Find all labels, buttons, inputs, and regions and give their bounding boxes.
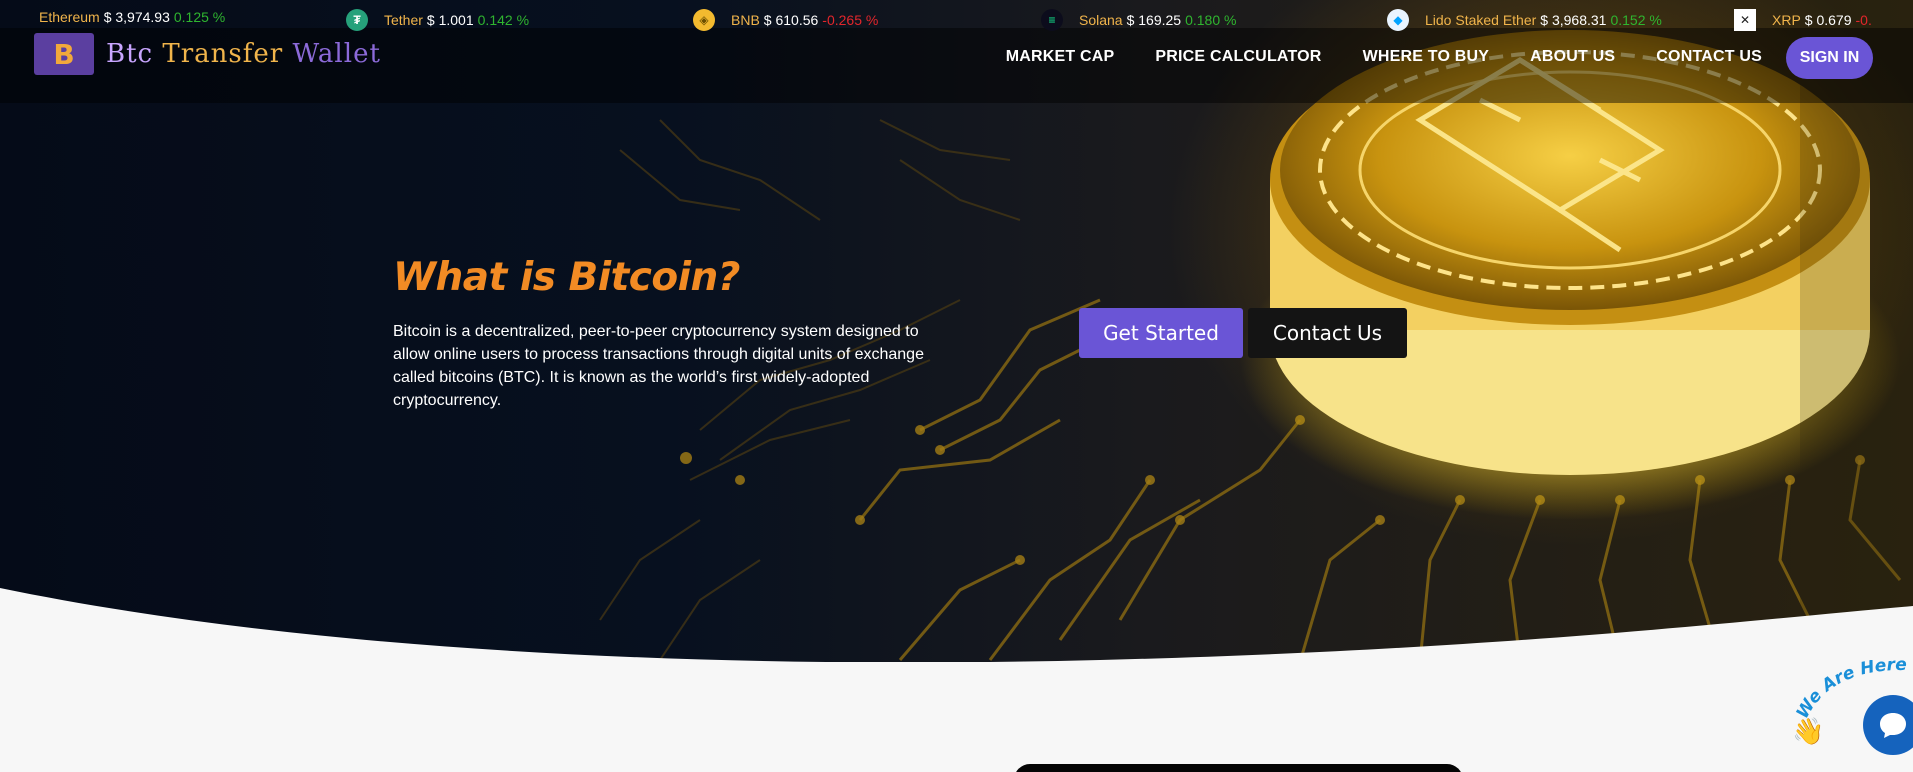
ticker-change: -0. — [1855, 12, 1872, 28]
hero-description: Bitcoin is a decentralized, peer-to-peer… — [393, 323, 924, 409]
brand-logo[interactable]: B Btc Transfer Wallet — [34, 33, 381, 75]
ticker-item-tether[interactable]: ₮ Tether $ 1.001 0.142 % — [346, 9, 529, 31]
solana-icon: ≡ — [1041, 9, 1063, 31]
ticker-price: $ 610.56 — [763, 12, 819, 28]
bnb-icon: ◈ — [693, 9, 715, 31]
main-nav: MARKET CAP PRICE CALCULATOR WHERE TO BUY… — [965, 48, 1762, 66]
ticker-price: $ 169.25 — [1126, 12, 1182, 28]
nav-market-cap[interactable]: MARKET CAP — [1006, 48, 1115, 66]
ticker-price: $ 0.679 — [1804, 12, 1852, 28]
contact-us-button[interactable]: Contact Us — [1248, 308, 1407, 358]
nav-where-to-buy[interactable]: WHERE TO BUY — [1363, 48, 1490, 66]
wallet-logo-icon: B — [34, 33, 94, 75]
ticker-item-xrp[interactable]: ✕ XRP $ 0.679 -0. — [1734, 9, 1872, 31]
ticker-item-ethereum[interactable]: Ethereum $ 3,974.93 0.125 % — [39, 9, 225, 25]
ticker-change: 0.142 % — [477, 12, 530, 28]
lido-icon: ◆ — [1387, 9, 1409, 31]
hero-title: What is Bitcoin? — [393, 255, 740, 300]
ticker-item-bnb[interactable]: ◈ BNB $ 610.56 -0.265 % — [693, 9, 878, 31]
tether-icon: ₮ — [346, 9, 368, 31]
ticker-price: $ 3,974.93 — [103, 9, 170, 25]
ticker-name: Solana — [1079, 12, 1123, 28]
waving-hand-icon: 👋 — [1792, 716, 1824, 747]
ticker-change: 0.152 % — [1610, 12, 1662, 28]
ticker-name: BNB — [731, 12, 760, 28]
get-started-button[interactable]: Get Started — [1079, 308, 1243, 358]
ticker-item-solana[interactable]: ≡ Solana $ 169.25 0.180 % — [1041, 9, 1236, 31]
chat-bubble-icon — [1880, 713, 1906, 738]
xrp-icon: ✕ — [1734, 9, 1756, 31]
brand-part-wallet: Wallet — [292, 39, 381, 69]
ticker-price: $ 3,968.31 — [1540, 12, 1607, 28]
section-curve-divider — [0, 588, 1913, 680]
ticker-name: XRP — [1772, 12, 1801, 28]
ticker-item-lido[interactable]: ◆ Lido Staked Ether $ 3,968.31 0.152 % — [1387, 9, 1662, 31]
nav-contact-us[interactable]: CONTACT US — [1656, 48, 1762, 66]
lower-section-card — [1014, 764, 1463, 772]
ticker-name: Tether — [384, 12, 423, 28]
site-header: B Btc Transfer Wallet MARKET CAP PRICE C… — [0, 28, 1913, 103]
ticker-price: $ 1.001 — [426, 12, 474, 28]
ticker-name: Ethereum — [39, 9, 100, 25]
ticker-change: 0.180 % — [1185, 12, 1237, 28]
ticker-change: 0.125 % — [173, 9, 226, 25]
nav-about-us[interactable]: ABOUT US — [1530, 48, 1615, 66]
bitcoin-glyph: B — [53, 37, 75, 71]
ticker-change: -0.265 % — [822, 12, 879, 28]
brand-part-btc: Btc — [106, 39, 154, 69]
ticker-name: Lido Staked Ether — [1425, 12, 1537, 28]
brand-part-transfer: Transfer — [162, 39, 284, 69]
brand-name: Btc Transfer Wallet — [106, 39, 381, 69]
crypto-price-ticker: Ethereum $ 3,974.93 0.125 % ₮ Tether $ 1… — [0, 0, 1913, 36]
sign-in-button[interactable]: SIGN IN — [1786, 37, 1873, 79]
nav-price-calculator[interactable]: PRICE CALCULATOR — [1155, 48, 1321, 66]
